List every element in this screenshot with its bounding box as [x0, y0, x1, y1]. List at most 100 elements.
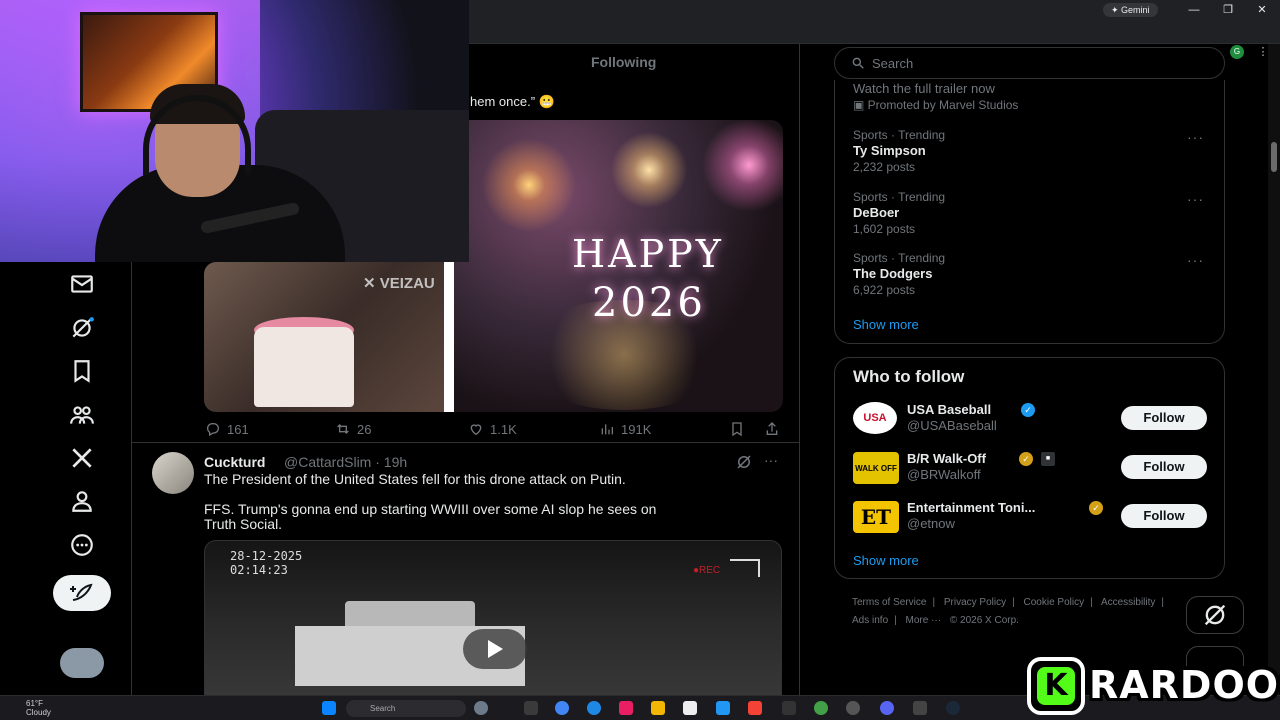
tweet-video[interactable]: 28-12-2025 02:14:23 ●REC: [204, 540, 782, 695]
trend-name[interactable]: The Dodgers: [853, 266, 932, 281]
trend-meta: Sports · Trending: [853, 128, 946, 142]
taskbar-search[interactable]: Search: [346, 700, 466, 717]
video-date-overlay: 28-12-2025: [230, 549, 303, 563]
trends-show-more[interactable]: Show more: [853, 317, 919, 332]
nav-grok[interactable]: [66, 312, 98, 344]
follow-button[interactable]: Follow: [1121, 406, 1207, 430]
trend-name[interactable]: DeBoer: [853, 205, 899, 220]
search-input[interactable]: Search: [834, 47, 1225, 79]
promo-title[interactable]: Watch the full trailer now: [853, 81, 995, 96]
footer-link-terms[interactable]: Terms of Service: [852, 597, 926, 608]
page-scrollbar[interactable]: [1268, 44, 1280, 695]
reply-count: 161: [227, 421, 249, 437]
firework: [604, 125, 694, 215]
obs-icon[interactable]: [846, 701, 860, 715]
usa-baseball-avatar[interactable]: USA: [853, 402, 897, 434]
reply-button[interactable]: 161: [205, 421, 249, 437]
footer-link-ads[interactable]: Ads info: [852, 615, 888, 626]
feather-compose-icon: [70, 583, 93, 601]
share-icon: [766, 422, 778, 435]
app-icon[interactable]: [913, 701, 927, 715]
more-options-icon[interactable]: ···: [764, 452, 778, 468]
trend-more-icon[interactable]: ···: [1187, 129, 1204, 145]
repost-button[interactable]: 26: [335, 421, 371, 437]
br-walkoff-avatar[interactable]: WALK OFF: [853, 452, 899, 484]
profile-avatar[interactable]: G: [1230, 45, 1244, 59]
video-time-overlay: 02:14:23: [230, 563, 288, 577]
steam-icon[interactable]: [946, 701, 960, 715]
streamer-logo: K RARDOOO: [1027, 657, 1280, 715]
footer-separator: |: [1090, 597, 1093, 608]
etnow-avatar[interactable]: ET: [853, 501, 899, 533]
nav-premium[interactable]: [66, 442, 98, 474]
minimize-button[interactable]: —: [1184, 2, 1204, 18]
notepad-icon[interactable]: [683, 701, 697, 715]
who-to-follow-show-more[interactable]: Show more: [853, 553, 919, 568]
video-frame-corner: [730, 559, 760, 577]
scrollbar-thumb[interactable]: [1271, 142, 1277, 172]
tweet-text-line: FFS. Trump's gonna end up starting WWIII…: [204, 501, 657, 517]
file-explorer-icon[interactable]: [651, 701, 665, 715]
grok-icon[interactable]: [735, 453, 753, 471]
discord-icon[interactable]: [880, 701, 894, 715]
account-name[interactable]: USA Baseball: [907, 402, 991, 417]
nav-more[interactable]: [66, 529, 98, 561]
weather-widget[interactable]: 61°F Cloudy: [12, 699, 51, 717]
trend-more-icon[interactable]: ···: [1187, 252, 1204, 268]
heart-icon: [470, 424, 482, 436]
maximize-button[interactable]: ❐: [1218, 2, 1238, 18]
grok-icon: [72, 317, 94, 338]
views-button[interactable]: 191K: [599, 421, 651, 437]
trend-more-icon[interactable]: ···: [1187, 191, 1204, 207]
gemini-button[interactable]: ✦ Gemini: [1103, 3, 1158, 17]
grok-icon: [1204, 604, 1226, 626]
footer-separator: |: [932, 597, 936, 608]
edge-icon[interactable]: [587, 701, 601, 715]
play-button[interactable]: [463, 629, 527, 669]
tweet-text-line: The President of the United States fell …: [204, 471, 626, 487]
like-button[interactable]: 1.1K: [468, 421, 517, 437]
gold-verified-badge-icon: ✓: [1019, 452, 1033, 466]
nav-communities[interactable]: [66, 399, 98, 431]
webcam-overlay: [0, 0, 469, 262]
tweet-media-fireworks[interactable]: HAPPY 2026: [454, 120, 783, 412]
tweet-author-handle[interactable]: @CattardSlim · 19h: [284, 454, 407, 470]
bookmark-button[interactable]: [729, 421, 745, 437]
tweet-author-name[interactable]: Cuckturd: [204, 454, 265, 470]
nav-profile[interactable]: [66, 485, 98, 517]
account-handle: @USABaseball: [907, 418, 997, 433]
trend-meta: Sports · Trending: [853, 190, 946, 204]
grok-float-button[interactable]: [1186, 596, 1244, 634]
account-name[interactable]: Entertainment Toni...: [907, 500, 1035, 515]
close-window-button[interactable]: ✕: [1252, 2, 1272, 18]
account-avatar[interactable]: [60, 648, 104, 678]
follow-button[interactable]: Follow: [1121, 455, 1207, 479]
cake: [254, 327, 354, 407]
tweet-author-avatar[interactable]: [152, 452, 194, 494]
media-watermark: ✕ VEIZAU: [363, 275, 435, 292]
task-view-icon[interactable]: [524, 701, 538, 715]
trend-name[interactable]: Ty Simpson: [853, 143, 926, 158]
post-button[interactable]: [53, 575, 111, 611]
xbox-icon[interactable]: [814, 701, 828, 715]
follow-button[interactable]: Follow: [1121, 504, 1207, 528]
nav-messages[interactable]: [66, 268, 98, 300]
youtube-icon[interactable]: [748, 701, 762, 715]
nav-bookmarks[interactable]: [66, 355, 98, 387]
chrome-icon[interactable]: [555, 701, 569, 715]
footer-link-privacy[interactable]: Privacy Policy: [944, 597, 1006, 608]
widgets-icon[interactable]: [474, 701, 488, 715]
app-icon[interactable]: [619, 701, 633, 715]
share-button[interactable]: [764, 421, 780, 437]
footer-link-cookie[interactable]: Cookie Policy: [1024, 597, 1085, 608]
windows-start-icon[interactable]: [322, 701, 336, 715]
footer-link-accessibility[interactable]: Accessibility: [1101, 597, 1155, 608]
footer-links: Terms of Service | Privacy Policy | Cookie…: [852, 594, 1182, 630]
account-name[interactable]: B/R Walk-Off: [907, 451, 986, 466]
app-icon[interactable]: [782, 701, 796, 715]
footer-link-more[interactable]: More ···: [906, 615, 942, 626]
mail-icon: [71, 275, 93, 293]
store-icon[interactable]: [716, 701, 730, 715]
tab-following[interactable]: Following: [591, 54, 656, 70]
weather-desc: Cloudy: [26, 708, 51, 717]
